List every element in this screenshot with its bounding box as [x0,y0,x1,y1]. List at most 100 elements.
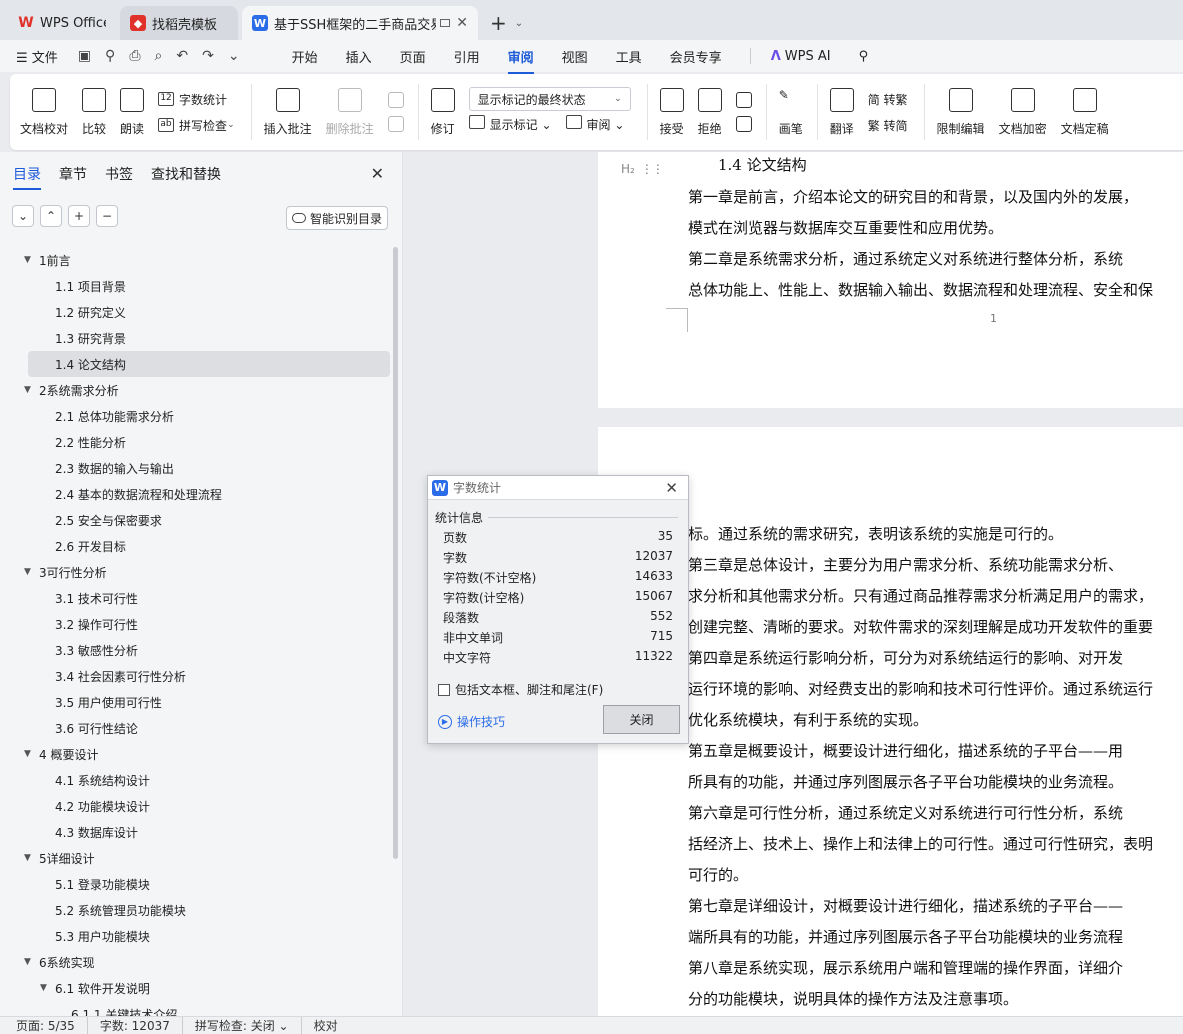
toc-item[interactable]: 2.1 总体功能需求分析 [0,403,392,429]
toc-item[interactable]: 3.6 可行性结论 [0,715,392,741]
tab-toc[interactable]: 目录 [13,164,41,190]
expand-triangle-icon[interactable]: ▼ [24,749,39,759]
tips-link[interactable]: ▶ 操作技巧 [438,713,505,730]
comment-nav-button[interactable] [387,92,404,132]
expand-triangle-icon[interactable]: ▼ [24,385,39,395]
toc-item[interactable]: 2.2 性能分析 [0,429,392,455]
new-tab-button[interactable]: + ⌄ [490,6,523,40]
translate-button[interactable]: 翻译 [829,87,854,137]
expand-up-button[interactable]: ⌃ [40,205,62,227]
dialog-titlebar[interactable]: W 字数统计 ✕ [428,476,688,500]
toc-item[interactable]: ▼ 3可行性分析 [0,559,392,585]
toc-item[interactable]: ▼ 4 概要设计 [0,741,392,767]
toc-item[interactable]: 2.3 数据的输入与输出 [0,455,392,481]
redo-icon[interactable]: ↷ [202,48,214,64]
compare-button[interactable]: 比较 [82,87,106,137]
wps-ai-button[interactable]: ᐱ WPS AI [771,49,831,64]
insert-comment-button[interactable]: 插入批注 [264,87,312,137]
spell-status[interactable]: 拼写检查: 关闭 ⌄ [195,1017,302,1034]
spell-check-button[interactable]: ab 拼写检查 ⌄ [158,112,235,138]
menu-member[interactable]: 会员专享 [670,47,722,66]
tab-find-replace[interactable]: 查找和替换 [151,164,221,184]
chevron-down-icon[interactable]: ⌄ [227,120,235,130]
read-aloud-button[interactable]: 朗读 [120,87,144,137]
expand-triangle-icon[interactable]: ▼ [40,983,55,993]
accept-button[interactable]: 接受 [659,87,684,137]
toc-scrollbar[interactable] [393,247,398,859]
pen-button[interactable]: ✎ 画笔 [779,88,803,137]
expand-triangle-icon[interactable]: ▼ [24,255,39,265]
collapse-all-button[interactable]: ⌄ [12,205,34,227]
tab-document[interactable]: W 基于SSH框架的二手商品交易管 ✕ [242,6,478,40]
search-icon[interactable]: ⚲ [859,49,869,64]
delete-comment-button[interactable]: 删除批注 [326,87,374,137]
toc-item[interactable]: 3.1 技术可行性 [0,585,392,611]
toc-item[interactable]: 1.1 项目背景 [0,273,392,299]
toc-item[interactable]: 1.2 研究定义 [0,299,392,325]
file-menu[interactable]: ☰ 文件 [16,47,58,66]
toc-item[interactable]: ▼ 2系统需求分析 [0,377,392,403]
save-icon[interactable]: ▣ [78,48,91,64]
finalize-button[interactable]: 文档定稿 [1061,87,1109,137]
reject-button[interactable]: 拒绝 [697,87,722,137]
menu-view[interactable]: 视图 [562,47,588,66]
toc-item[interactable]: 3.5 用户使用可行性 [0,689,392,715]
revision-nav-button[interactable] [735,92,752,132]
preview-icon[interactable]: ⌕ [155,48,163,64]
to-traditional-button[interactable]: 简 转繁 [868,86,908,112]
toc-item[interactable]: 2.6 开发目标 [0,533,392,559]
toc-item[interactable]: 5.3 用户功能模块 [0,923,392,949]
review-pane-button[interactable]: 审阅 ⌄ [565,115,624,133]
menu-reference[interactable]: 引用 [454,47,480,66]
toc-item[interactable]: 1.4 论文结构 [28,351,390,377]
toc-item[interactable]: 4.1 系统结构设计 [0,767,392,793]
chevron-down-icon[interactable]: ⌄ [515,18,523,29]
menu-review[interactable]: 审阅 [507,47,534,74]
toc-item[interactable]: 2.4 基本的数据流程和处理流程 [0,481,392,507]
add-heading-button[interactable]: + [68,205,90,227]
toc-item[interactable]: 5.2 系统管理员功能模块 [0,897,392,923]
page-status[interactable]: 页面: 5/35 [16,1017,88,1034]
toc-item[interactable]: ▼ 5详细设计 [0,845,392,871]
remove-heading-button[interactable]: − [96,205,118,227]
toc-item[interactable]: 3.3 敏感性分析 [0,637,392,663]
to-simplified-button[interactable]: 繁 转简 [868,112,908,138]
tab-bookmarks[interactable]: 书签 [105,164,133,184]
smart-toc-button[interactable]: 智能识别目录 [286,206,388,230]
print-icon[interactable]: ⎙ [129,48,140,64]
word-count-status[interactable]: 字数: 12037 [100,1017,183,1034]
share-icon[interactable]: ⚲ [105,48,115,64]
undo-icon[interactable]: ↶ [176,48,188,64]
menu-start[interactable]: 开始 [292,47,318,66]
close-button[interactable]: 关闭 [603,705,680,734]
toc-item[interactable]: 5.1 登录功能模块 [0,871,392,897]
expand-triangle-icon[interactable]: ▼ [24,567,39,577]
close-dialog-icon[interactable]: ✕ [665,479,678,497]
toc-item[interactable]: ▼ 6.1 软件开发说明 [0,975,392,1001]
include-footnotes-checkbox[interactable]: 包括文本框、脚注和尾注(F) [438,681,603,698]
toc-item[interactable]: 3.4 社会因素可行性分析 [0,663,392,689]
close-tab-icon[interactable]: ✕ [456,15,468,31]
revise-button[interactable]: 修订 [430,87,455,137]
toc-item[interactable]: ▼ 6系统实现 [0,949,392,975]
doc-check-button[interactable]: 文档校对 [20,87,68,137]
menu-page[interactable]: 页面 [400,47,426,66]
tab-chapters[interactable]: 章节 [59,164,87,184]
toc-item[interactable]: 1.3 研究背景 [0,325,392,351]
word-count-button[interactable]: 12 字数统计 [158,86,235,112]
toc-item[interactable]: 2.5 安全与保密要求 [0,507,392,533]
toc-item[interactable]: 4.2 功能模块设计 [0,793,392,819]
markup-state-select[interactable]: 显示标记的最终状态 ⌄ [468,87,631,111]
expand-triangle-icon[interactable]: ▼ [24,853,39,863]
expand-triangle-icon[interactable]: ▼ [24,957,39,967]
restrict-edit-button[interactable]: 限制编辑 [937,87,985,137]
screen-icon[interactable] [440,19,451,27]
menu-tools[interactable]: 工具 [616,47,642,66]
close-panel-icon[interactable]: ✕ [371,164,384,183]
tab-wps-office[interactable]: W WPS Office [8,6,116,40]
checkbox-icon[interactable] [438,683,450,696]
tab-template[interactable]: ◆ 找稻壳模板 [120,6,238,40]
document-page[interactable]: H₂ ⋮⋮ 1.4 论文结构 第一章是前言，介绍本论文的研究目的和背景，以及国内外… [598,152,1183,408]
more-icon[interactable]: ⌄ [228,48,240,64]
menu-insert[interactable]: 插入 [346,47,372,66]
